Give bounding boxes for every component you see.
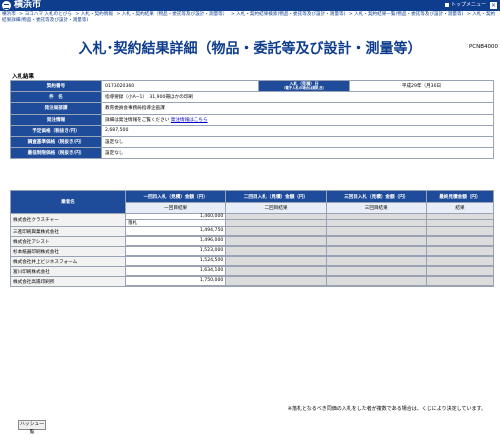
round2-amount [225,276,327,286]
breadcrumb-item[interactable]: > ヨコハマ 入札のとびら [19,12,72,17]
subject-label: 件 名 [10,91,102,104]
final-amount [425,276,495,286]
order-info-text: 詳細は発注情報をご覧ください [105,117,170,123]
min-price-label: 最低制限価格（税抜き/円） [10,147,102,160]
estimated-price-label: 予定価格（税抜き/円） [10,124,102,137]
round2-result [225,219,327,227]
breadcrumb-item[interactable]: 横浜市 [2,12,16,17]
top-header-bar: 横浜市 トップメニュー × [0,0,500,11]
top-menu-link[interactable]: トップメニュー [444,0,486,11]
table-row: 三進印刷興業株式会社 1,494,750 [10,226,495,237]
round2-amount [225,226,327,236]
back-to-list-button[interactable]: ハッシュ一覧 [18,420,46,435]
round1-amount: 1,523,000 [124,246,227,256]
bid-date-value: 平成29年（月30日 [349,79,494,93]
round3-amount [325,256,427,266]
round1-amount: 1,524,500 [124,256,227,266]
vendor-name: 杉本紙器印刷株式会社 [10,246,126,257]
base-price-label: 調査基準価格（税抜き/円） [10,135,102,149]
page-code: PCNB4000 [468,44,498,50]
round1-result: 落札 [124,219,227,227]
table-row: 株式会社井上ビジネスフォーム 1,524,500 [10,256,495,267]
breadcrumb-item[interactable]: > 入札・契約情報 [75,12,112,17]
bid-date-sublabel: （電子入札の場合は開札日） [281,86,327,91]
round1-amount: 1,750,000 [124,276,227,286]
round3-header: 三回目入札（見積）金額（円） [325,190,427,203]
round1-amount: 1,634,100 [124,266,227,276]
round3-amount [325,266,427,276]
order-info-value: 詳細は発注情報をご覧ください 発注情報はこちら [101,113,494,126]
vendor-name: 株式会社アシスト [10,236,126,247]
round3-amount [325,226,427,236]
tie-break-note: ※落札となるべき同価の入札をした者が複数である場合は、くじにより決定しています。 [287,406,486,412]
base-price-value: 設定なし [101,135,494,149]
final-amount [425,266,495,276]
breadcrumb-item[interactable]: > 入札・契約結果（物品・委託等及び設計・測量等） [116,12,227,17]
final-result [425,219,495,227]
vendor-name: 株式会社クラスチャー [10,213,126,227]
city-logo-icon[interactable] [2,1,11,10]
round1-subheader: 一回目結果 [124,202,227,214]
final-result [425,284,495,288]
vendor-name: 株式会社井上ビジネスフォーム [10,256,126,267]
round1-result [124,284,227,288]
subject-value: 指導要録（小A−1） 31,900冊ほかの印刷 [101,91,494,104]
min-price-value: 設定なし [101,147,494,160]
breadcrumb: 横浜市 > ヨコハマ 入札のとびら > 入札・契約情報 > 入札・契約結果（物品… [2,12,496,24]
round2-amount [225,236,327,246]
dept-label: 発注局部課 [10,102,102,115]
final-amount [425,246,495,256]
final-amount [425,256,495,266]
home-icon [444,2,449,7]
final-amount [425,226,495,236]
round3-amount [325,276,427,286]
site-name[interactable]: 横浜市 [14,0,41,11]
top-menu-label: トップメニュー [450,2,486,8]
breadcrumb-item[interactable]: > 入札・契約結果一覧(物品・委託等及び設計・測量等) [349,12,464,17]
bid-results-table: 業者名 一回目入札（見積）金額（円） 二回目入札（見積）金額（円） 三回目入札（… [10,190,495,288]
breadcrumb-item[interactable]: > 入札・契約結果検索(物品・委託等及び設計・測量等) [231,12,346,17]
final-amount [425,236,495,246]
table-row: 株式会社アシスト 1,496,000 [10,236,495,247]
round1-amount: 1,496,000 [124,236,227,246]
round2-amount [225,256,327,266]
order-info-link[interactable]: 発注情報はこちら [171,118,208,123]
round3-result [325,219,427,227]
final-subheader: 結果 [425,202,495,214]
round1-amount: 1,494,750 [124,226,227,236]
round2-amount [225,246,327,256]
vendor-name: 三進印刷興業株式会社 [10,226,126,237]
table-row: 杉本紙器印刷株式会社 1,523,000 [10,246,495,257]
table-row: 株式会社高陽印刷所 1,750,000 [10,276,495,287]
estimated-price-value: 2,687,500 [101,124,494,137]
contract-info-table: 契約番号 0173020360 入札（見積）日 （電子入札の場合は開札日） 平成… [10,79,494,160]
vendor-header: 業者名 [10,190,126,214]
final-header: 最終見積金額（円） [425,190,495,203]
round2-subheader: 二回目結果 [225,202,327,214]
page-title: 入札･契約結果詳細（物品・委託等及び設計・測量等） [78,41,422,57]
table-row: 富川印刷株式会社 1,634,100 [10,266,495,277]
bid-date-label: 入札（見積）日 （電子入札の場合は開札日） [258,79,350,93]
round3-subheader: 三回目結果 [325,202,427,214]
round3-amount [325,246,427,256]
contract-no-value: 0173020360 [101,79,259,93]
section-label: 入札結果 [12,74,35,80]
dept-value: 教育委員会事務局指導企画課 [101,102,494,115]
order-info-label: 発注情報 [10,113,102,126]
round2-amount [225,266,327,276]
round3-amount [325,236,427,246]
vendor-name: 富川印刷株式会社 [10,266,126,277]
contract-no-label: 契約番号 [10,79,102,93]
round1-header: 一回目入札（見積）金額（円） [124,190,227,203]
round3-result [325,284,427,288]
round2-header: 二回目入札（見積）金額（円） [225,190,327,203]
close-icon[interactable]: × [490,2,497,9]
round2-result [225,284,327,288]
vendor-name: 株式会社高陽印刷所 [10,276,126,287]
